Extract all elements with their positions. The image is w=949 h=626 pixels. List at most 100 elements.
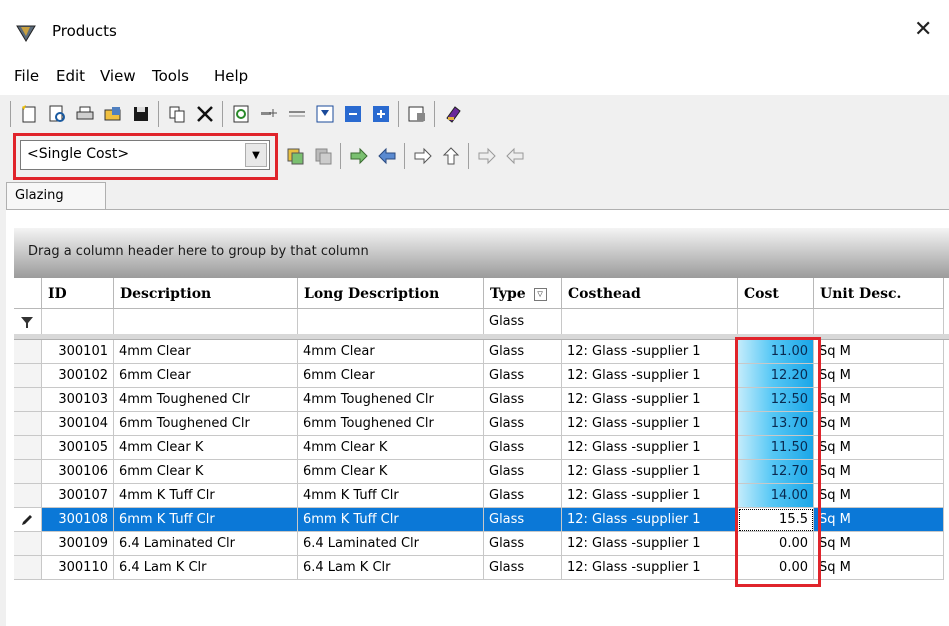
move-first-icon[interactable]: [502, 143, 528, 169]
cell-id[interactable]: 300102: [42, 364, 114, 388]
row-indicator[interactable]: [14, 436, 42, 460]
cell-long-description[interactable]: 6mm K Tuff Clr: [298, 508, 484, 532]
cell-unit-desc[interactable]: Sq M: [814, 436, 944, 460]
cell-type[interactable]: Glass: [484, 436, 562, 460]
row-edit-indicator[interactable]: [14, 508, 42, 532]
cell-unit-desc[interactable]: Sq M: [814, 388, 944, 412]
filter-cell-costhead[interactable]: [562, 309, 738, 335]
menu-help[interactable]: Help: [214, 67, 248, 85]
move-next-icon[interactable]: [346, 143, 372, 169]
row-indicator[interactable]: [14, 484, 42, 508]
cell-description[interactable]: 4mm Toughened Clr: [114, 388, 298, 412]
paste-cost-icon[interactable]: [310, 143, 336, 169]
cell-description[interactable]: 4mm Clear: [114, 340, 298, 364]
cell-id[interactable]: 300108: [42, 508, 114, 532]
cell-description[interactable]: 6mm K Tuff Clr: [114, 508, 298, 532]
tab-glazing[interactable]: Glazing: [6, 182, 106, 210]
row-indicator[interactable]: [14, 388, 42, 412]
filter-cell-type[interactable]: Glass: [484, 309, 562, 335]
print-icon[interactable]: [72, 101, 98, 127]
cell-long-description[interactable]: 4mm Toughened Clr: [298, 388, 484, 412]
cell-description[interactable]: 6.4 Lam K Clr: [114, 556, 298, 580]
cell-long-description[interactable]: 6.4 Lam K Clr: [298, 556, 484, 580]
menu-view[interactable]: View: [100, 67, 136, 85]
chevron-down-icon[interactable]: ▼: [245, 143, 267, 167]
cell-id[interactable]: 300104: [42, 412, 114, 436]
copy-icon[interactable]: [164, 101, 190, 127]
cell-costhead[interactable]: 12: Glass -supplier 1: [562, 364, 738, 388]
cell-costhead[interactable]: 12: Glass -supplier 1: [562, 460, 738, 484]
menu-edit[interactable]: Edit: [56, 67, 85, 85]
cell-costhead[interactable]: 12: Glass -supplier 1: [562, 508, 738, 532]
open-folder-icon[interactable]: [100, 101, 126, 127]
filter-cell-unit-desc[interactable]: [814, 309, 944, 335]
properties-icon[interactable]: [404, 101, 430, 127]
cell-type[interactable]: Glass: [484, 340, 562, 364]
cell-costhead[interactable]: 12: Glass -supplier 1: [562, 388, 738, 412]
cell-id[interactable]: 300110: [42, 556, 114, 580]
cell-unit-desc[interactable]: Sq M: [814, 556, 944, 580]
cell-costhead[interactable]: 12: Glass -supplier 1: [562, 412, 738, 436]
cell-id[interactable]: 300106: [42, 460, 114, 484]
column-header-long-description[interactable]: Long Description: [298, 278, 484, 309]
move-last-icon[interactable]: [474, 143, 500, 169]
cell-type[interactable]: Glass: [484, 532, 562, 556]
filter-icon[interactable]: [312, 101, 338, 127]
cell-unit-desc[interactable]: Sq M: [814, 532, 944, 556]
cell-id[interactable]: 300107: [42, 484, 114, 508]
cell-description[interactable]: 6.4 Laminated Clr: [114, 532, 298, 556]
row-indicator[interactable]: [14, 412, 42, 436]
cell-unit-desc[interactable]: Sq M: [814, 508, 944, 532]
import-icon[interactable]: [368, 101, 394, 127]
cell-type[interactable]: Glass: [484, 556, 562, 580]
list-icon[interactable]: [284, 101, 310, 127]
cell-costhead[interactable]: 12: Glass -supplier 1: [562, 532, 738, 556]
cell-unit-desc[interactable]: Sq M: [814, 460, 944, 484]
cell-id[interactable]: 300105: [42, 436, 114, 460]
filter-dropdown-icon[interactable]: ▽: [533, 287, 547, 301]
cell-unit-desc[interactable]: Sq M: [814, 364, 944, 388]
cell-description[interactable]: 6mm Clear K: [114, 460, 298, 484]
column-header-cost[interactable]: Cost: [738, 278, 814, 309]
refresh-icon[interactable]: [228, 101, 254, 127]
cell-id[interactable]: 300109: [42, 532, 114, 556]
cell-long-description[interactable]: 4mm K Tuff Clr: [298, 484, 484, 508]
cell-costhead[interactable]: 12: Glass -supplier 1: [562, 556, 738, 580]
filter-cell-long-description[interactable]: [298, 309, 484, 335]
cell-costhead[interactable]: 12: Glass -supplier 1: [562, 436, 738, 460]
cost-selector-dropdown[interactable]: <Single Cost> ▼: [20, 140, 270, 170]
cell-unit-desc[interactable]: Sq M: [814, 412, 944, 436]
delete-icon[interactable]: [192, 101, 218, 127]
cell-type[interactable]: Glass: [484, 412, 562, 436]
cell-long-description[interactable]: 6mm Clear: [298, 364, 484, 388]
export-icon[interactable]: [340, 101, 366, 127]
cell-costhead[interactable]: 12: Glass -supplier 1: [562, 484, 738, 508]
insert-row-icon[interactable]: [256, 101, 282, 127]
move-right-icon[interactable]: [410, 143, 436, 169]
cell-type[interactable]: Glass: [484, 484, 562, 508]
column-header-id[interactable]: ID: [42, 278, 114, 309]
cell-description[interactable]: 6mm Toughened Clr: [114, 412, 298, 436]
copy-cost-icon[interactable]: [282, 143, 308, 169]
cell-id[interactable]: 300103: [42, 388, 114, 412]
new-record-icon[interactable]: [16, 101, 42, 127]
row-indicator[interactable]: [14, 460, 42, 484]
row-indicator[interactable]: [14, 532, 42, 556]
cell-long-description[interactable]: 4mm Clear: [298, 340, 484, 364]
help-book-icon[interactable]: [440, 101, 466, 127]
row-indicator[interactable]: [14, 364, 42, 388]
menu-tools[interactable]: Tools: [152, 67, 189, 85]
filter-cell-cost[interactable]: [738, 309, 814, 335]
column-header-description[interactable]: Description: [114, 278, 298, 309]
cell-description[interactable]: 6mm Clear: [114, 364, 298, 388]
cell-unit-desc[interactable]: Sq M: [814, 484, 944, 508]
cell-type[interactable]: Glass: [484, 364, 562, 388]
cell-costhead[interactable]: 12: Glass -supplier 1: [562, 340, 738, 364]
cell-long-description[interactable]: 6mm Clear K: [298, 460, 484, 484]
cell-long-description[interactable]: 6.4 Laminated Clr: [298, 532, 484, 556]
column-header-type[interactable]: Type ▽: [484, 278, 562, 309]
column-header-unit-desc[interactable]: Unit Desc.: [814, 278, 944, 309]
filter-cell-id[interactable]: [42, 309, 114, 335]
cell-type[interactable]: Glass: [484, 388, 562, 412]
cell-unit-desc[interactable]: Sq M: [814, 340, 944, 364]
